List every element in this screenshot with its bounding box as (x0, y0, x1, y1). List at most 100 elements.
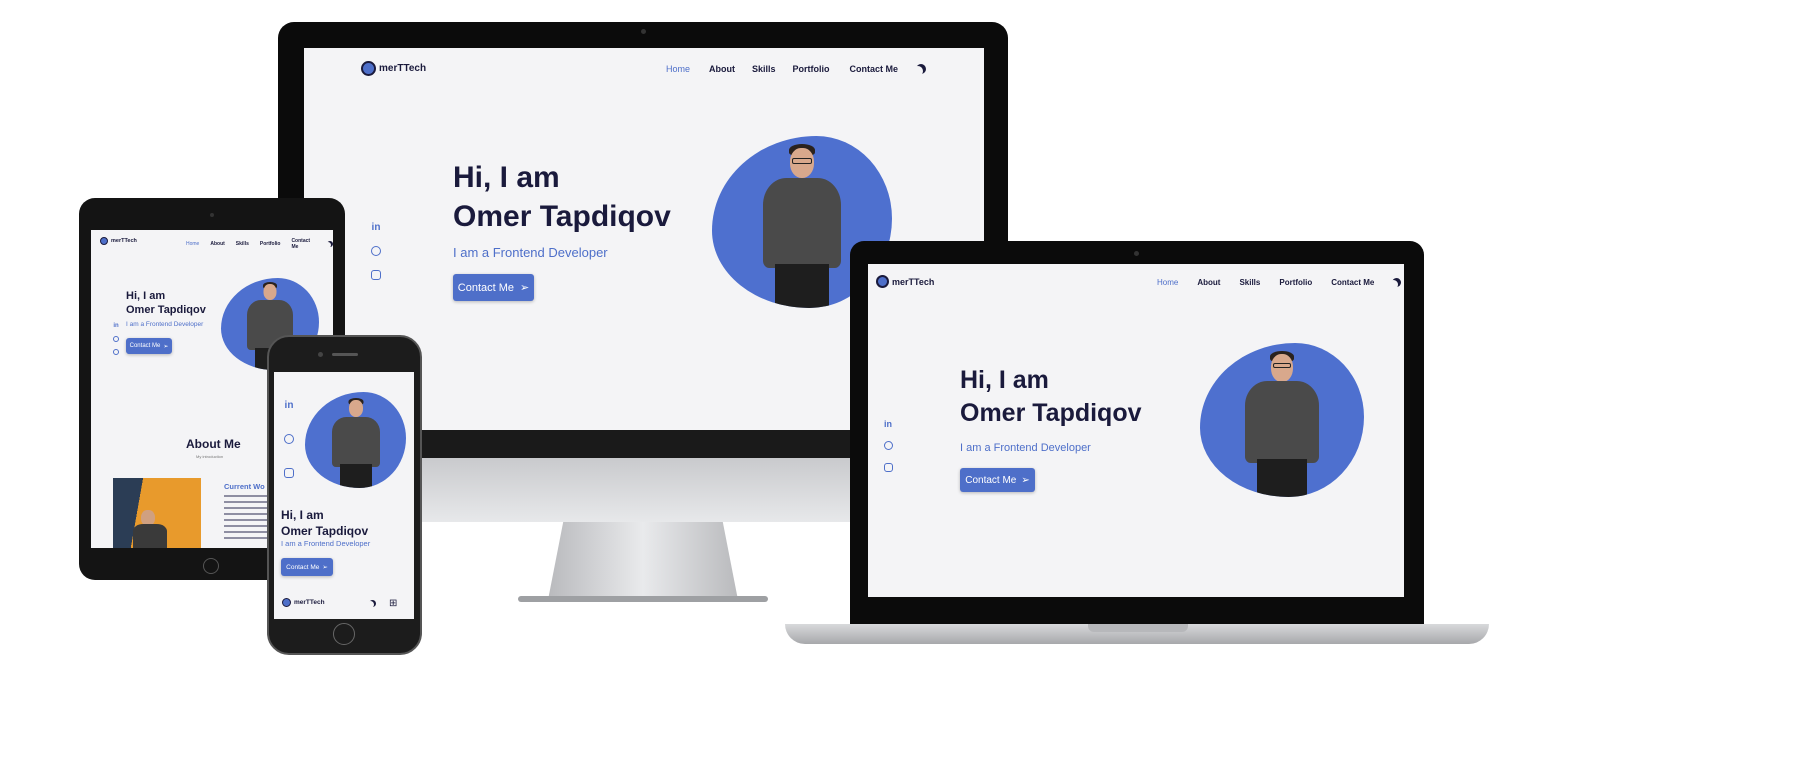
tablet-social: in (112, 323, 120, 362)
nav-home[interactable]: Home (1157, 278, 1178, 287)
send-icon: ➢ (1021, 474, 1030, 486)
brand-logo[interactable]: merTTech (361, 61, 426, 76)
laptop-screen: merTTech Home About Skills Portfolio Con… (868, 264, 1404, 597)
phone-social: in (283, 400, 295, 502)
linkedin-icon[interactable]: in (283, 400, 295, 434)
hero-name: Omer Tapdiqov (281, 523, 369, 538)
nav-about[interactable]: About (210, 241, 224, 247)
nav-home[interactable]: Home (666, 64, 690, 74)
logo-icon (361, 61, 376, 76)
nav-contact[interactable]: Contact Me (1331, 278, 1374, 287)
phone-camera (318, 352, 323, 357)
instagram-icon[interactable] (112, 349, 120, 362)
nav-skills[interactable]: Skills (236, 241, 249, 247)
brand-name: merTTech (111, 238, 137, 244)
contact-button-label: Contact Me (457, 281, 515, 294)
imac-base (518, 596, 768, 602)
imac-camera (641, 29, 646, 34)
about-photo (113, 478, 201, 548)
tablet-nav: Home About Skills Portfolio Contact Me (186, 238, 333, 250)
linkedin-icon[interactable]: in (882, 419, 894, 441)
hero-greeting: Hi, I am (453, 161, 560, 194)
hero-role: I am a Frontend Developer (281, 539, 371, 548)
hero-role: I am a Frontend Developer (453, 245, 608, 260)
profile-photo (762, 136, 842, 308)
instagram-icon[interactable] (283, 468, 295, 502)
nav-about[interactable]: About (1197, 278, 1220, 287)
brand-name: merTTech (294, 599, 325, 606)
nav-contact[interactable]: Contact Me (291, 238, 318, 250)
laptop-nav: Home About Skills Portfolio Contact Me (1157, 278, 1401, 287)
hero-name: Omer Tapdiqov (960, 398, 1142, 427)
nav-portfolio[interactable]: Portfolio (793, 64, 830, 74)
nav-portfolio[interactable]: Portfolio (260, 241, 281, 247)
logo-icon (100, 237, 108, 245)
hero-role: I am a Frontend Developer (960, 442, 1091, 454)
apps-icon[interactable]: ⊞ (389, 598, 397, 609)
current-work-heading: Current Wo (224, 482, 265, 491)
tablet-home-button (203, 558, 219, 574)
send-icon: ➢ (163, 343, 169, 350)
laptop-notch (1088, 624, 1188, 632)
laptop-profile-blob (1200, 343, 1364, 497)
linkedin-icon[interactable]: in (112, 323, 120, 336)
imac-stand (548, 522, 738, 600)
phone-profile-blob (305, 392, 406, 488)
phone-hero-heading: Hi, I am Omer Tapdiqov (281, 508, 368, 539)
contact-button-label: Contact Me (129, 343, 161, 349)
moon-icon[interactable] (369, 600, 376, 607)
nav-skills[interactable]: Skills (752, 64, 776, 74)
contact-button-label: Contact Me (965, 474, 1017, 486)
hero-greeting: Hi, I am (281, 508, 324, 522)
tablet-contact-button[interactable]: Contact Me ➢ (126, 338, 172, 354)
laptop-brand[interactable]: merTTech (876, 275, 934, 288)
nav-home[interactable]: Home (186, 241, 199, 247)
github-icon[interactable] (283, 434, 295, 468)
contact-button[interactable]: Contact Me ➢ (453, 274, 534, 301)
laptop-camera (1134, 251, 1139, 256)
instagram-icon[interactable] (882, 463, 894, 485)
send-icon: ➢ (322, 564, 328, 571)
github-icon[interactable] (369, 246, 383, 270)
github-icon[interactable] (112, 336, 120, 349)
linkedin-icon[interactable]: in (369, 222, 383, 246)
github-icon[interactable] (882, 441, 894, 463)
hero-heading: Hi, I am Omer Tapdiqov (453, 158, 671, 236)
apple-logo (628, 470, 658, 504)
phone-brand[interactable]: merTTech (282, 598, 325, 607)
phone-home-button (333, 623, 355, 645)
phone-speaker (332, 353, 358, 356)
nav-contact[interactable]: Contact Me (850, 64, 899, 74)
brand-name: merTTech (379, 63, 427, 74)
hero-greeting: Hi, I am (960, 366, 1049, 394)
send-icon: ➢ (520, 282, 530, 294)
hero-greeting: Hi, I am (126, 290, 166, 302)
about-title: About Me (186, 437, 241, 451)
social-links: in (369, 222, 383, 294)
tablet-camera (210, 213, 214, 217)
logo-icon (876, 275, 889, 288)
moon-icon[interactable] (916, 64, 926, 74)
moon-icon[interactable] (327, 241, 333, 247)
hero-role: I am a Frontend Developer (126, 321, 204, 328)
nav-about[interactable]: About (709, 64, 735, 74)
laptop-hero-heading: Hi, I am Omer Tapdiqov (960, 364, 1142, 429)
laptop-contact-button[interactable]: Contact Me ➢ (960, 468, 1035, 492)
phone-contact-button[interactable]: Contact Me ➢ (281, 558, 333, 576)
hero-name: Omer Tapdiqov (453, 200, 671, 233)
profile-photo (331, 392, 381, 488)
about-text (224, 495, 269, 543)
moon-icon[interactable] (1392, 278, 1401, 287)
instagram-icon[interactable] (369, 270, 383, 294)
hero-name: Omer Tapdiqov (126, 304, 206, 317)
nav-skills[interactable]: Skills (1239, 278, 1260, 287)
nav-portfolio[interactable]: Portfolio (1279, 278, 1312, 287)
laptop-social: in (882, 419, 894, 485)
contact-button-label: Contact Me (286, 563, 320, 571)
tablet-brand[interactable]: merTTech (100, 237, 137, 245)
phone-screen: in Hi, I am Omer Tapdiqov I am a Fronten… (274, 372, 414, 619)
nav-menu: Home About Skills Portfolio Contact Me (666, 64, 926, 74)
profile-photo (1244, 343, 1320, 497)
brand-name: merTTech (892, 276, 935, 287)
logo-icon (282, 598, 291, 607)
